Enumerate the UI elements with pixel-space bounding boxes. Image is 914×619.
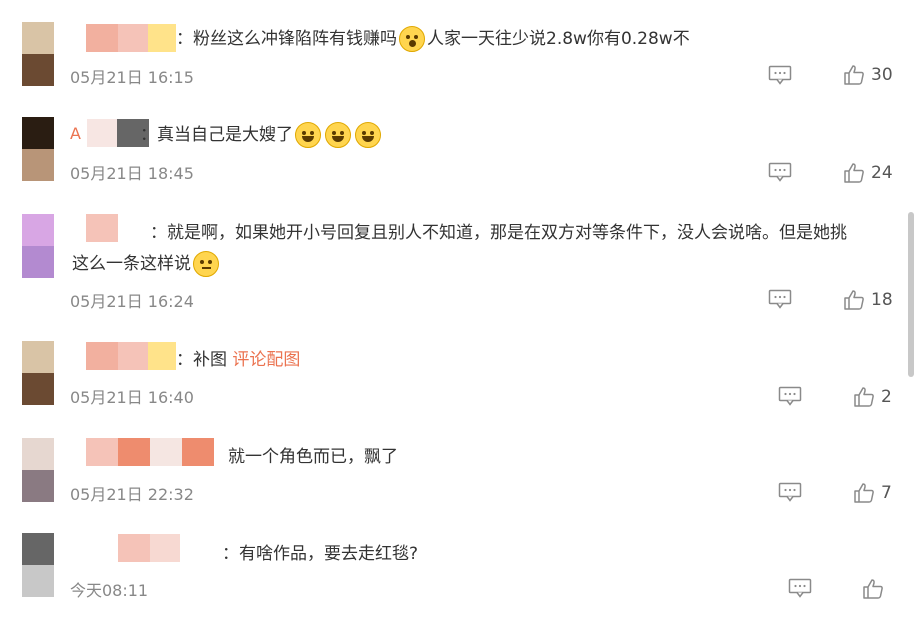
thumbs-up-icon — [854, 483, 874, 503]
username[interactable] — [118, 534, 180, 562]
thumbs-up-icon — [863, 579, 883, 599]
like-count: 2 — [881, 387, 892, 407]
username[interactable] — [86, 342, 176, 370]
comment-time: 今天08:11 — [70, 581, 149, 600]
like-count: 7 — [881, 483, 892, 503]
username[interactable]: A — [70, 119, 149, 147]
like-button[interactable]: 30 — [843, 64, 893, 86]
comment-item: 就一个角色而已，飘了 05月21日 22:32 7 — [0, 436, 914, 530]
reply-icon[interactable] — [768, 65, 792, 85]
comment-text-row: ：粉丝这么冲锋陷阵有钱赚吗 人家一天往少说2.8w你有0.28w不 — [176, 26, 690, 52]
reply-icon[interactable] — [768, 162, 792, 182]
scrollbar[interactable] — [908, 212, 914, 377]
laughing-tears-emoji-icon — [295, 122, 321, 148]
comment-text-row-2: 这么一条这样说 — [72, 251, 221, 277]
reply-icon[interactable] — [788, 578, 812, 598]
comment-item: A ：真当自己是大嫂了 05月21日 18:45 24 — [0, 114, 914, 210]
like-count: 24 — [871, 163, 893, 183]
thumbs-up-icon — [844, 290, 864, 310]
reply-icon[interactable] — [778, 386, 802, 406]
thumbs-up-icon — [844, 65, 864, 85]
like-count: 30 — [871, 65, 893, 85]
comment-time: 05月21日 22:32 — [70, 485, 194, 504]
avatar[interactable] — [22, 22, 54, 86]
comment-text: ：就是啊，如果她开小号回复且别人不知道，那是在双方对等条件下，没人会说啥。但是她… — [150, 223, 847, 243]
like-button[interactable]: 24 — [843, 162, 893, 184]
comment-item: ：补图 评论配图 05月21日 16:40 2 — [0, 340, 914, 432]
username[interactable] — [86, 24, 176, 52]
like-button[interactable] — [862, 578, 890, 600]
username[interactable] — [86, 438, 214, 466]
comment-time: 05月21日 16:24 — [70, 292, 194, 311]
reply-icon[interactable] — [768, 289, 792, 309]
comment-time: 05月21日 18:45 — [70, 164, 194, 183]
avatar[interactable] — [22, 438, 54, 502]
comment-text: ：粉丝这么冲锋陷阵有钱赚吗 — [176, 29, 397, 49]
avatar[interactable] — [22, 533, 54, 597]
comment-text: 就一个角色而已，飘了 — [228, 447, 398, 467]
username[interactable] — [86, 214, 118, 242]
thumbs-up-icon — [854, 387, 874, 407]
comment-item: ：有啥作品，要去走红毯? 今天08:11 — [0, 532, 914, 618]
comment-text-continued: 人家一天往少说2.8w你有0.28w不 — [427, 29, 690, 49]
comment-text-row: ：真当自己是大嫂了 — [140, 122, 383, 148]
comment-text: ：真当自己是大嫂了 — [140, 125, 293, 145]
shrug-emoji-icon — [193, 251, 219, 277]
comment-time: 05月21日 16:15 — [70, 68, 194, 87]
laughing-tears-emoji-icon — [325, 122, 351, 148]
avatar[interactable] — [22, 341, 54, 405]
username-initial: A — [70, 123, 81, 143]
shocked-emoji-icon — [399, 26, 425, 52]
reply-icon[interactable] — [778, 482, 802, 502]
comment-text: ：补图 — [176, 350, 227, 370]
avatar[interactable] — [22, 214, 54, 278]
like-count: 18 — [871, 290, 893, 310]
laughing-tears-emoji-icon — [355, 122, 381, 148]
like-button[interactable]: 18 — [843, 289, 893, 311]
like-button[interactable]: 7 — [853, 482, 892, 504]
comment-text-row: ：有啥作品，要去走红毯? — [222, 541, 418, 567]
comment-text: ：有啥作品，要去走红毯? — [222, 544, 419, 564]
comment-text-row: ：补图 评论配图 — [176, 347, 300, 373]
thumbs-up-icon — [844, 163, 864, 183]
comment-text-row: 就一个角色而已，飘了 — [228, 444, 398, 470]
comment-text-row: ：就是啊，如果她开小号回复且别人不知道，那是在双方对等条件下，没人会说啥。但是她… — [150, 220, 847, 246]
like-button[interactable]: 2 — [853, 386, 892, 408]
comment-item: ：粉丝这么冲锋陷阵有钱赚吗 人家一天往少说2.8w你有0.28w不 05月21日 … — [0, 18, 914, 108]
avatar[interactable] — [22, 117, 54, 181]
comment-text-continued: 这么一条这样说 — [72, 254, 191, 274]
comment-image-link[interactable]: 评论配图 — [232, 350, 300, 370]
comment-item: ：就是啊，如果她开小号回复且别人不知道，那是在双方对等条件下，没人会说啥。但是她… — [0, 212, 914, 336]
comment-time: 05月21日 16:40 — [70, 388, 194, 407]
